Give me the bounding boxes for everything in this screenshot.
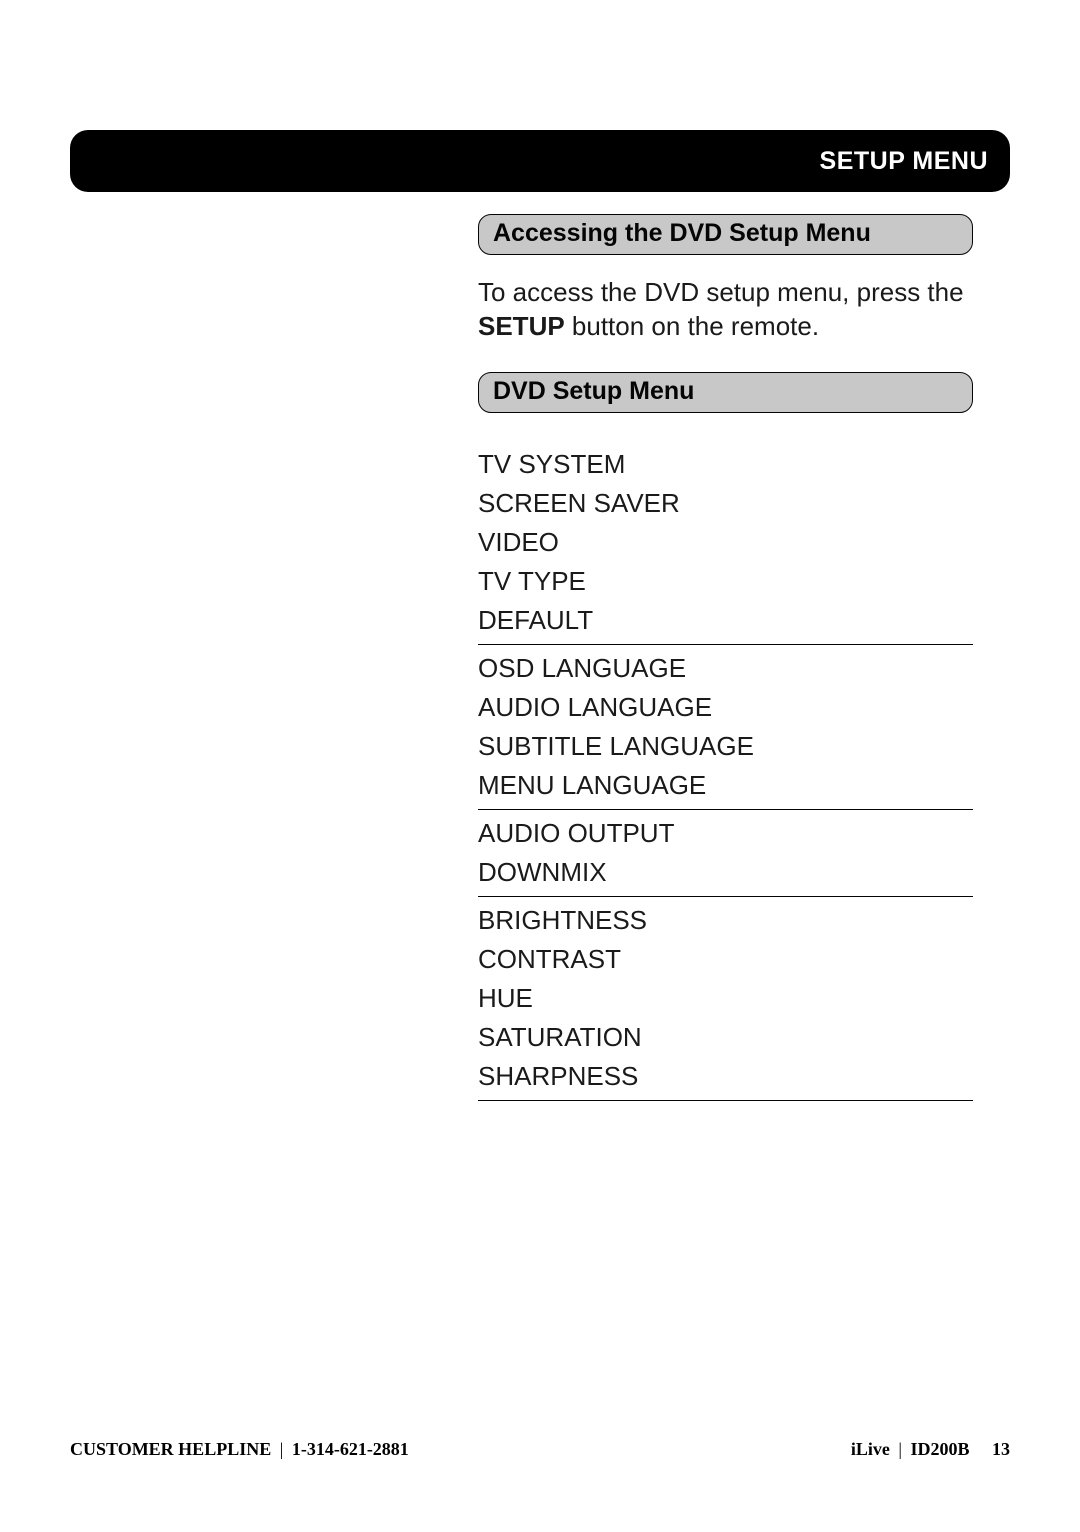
subheading-accessing: Accessing the DVD Setup Menu xyxy=(478,214,973,255)
menu-item: HUE xyxy=(478,979,973,1018)
menu-item: TV SYSTEM xyxy=(478,445,973,484)
access-instruction-post: button on the remote. xyxy=(565,311,819,341)
helpline-number: 1-314-621-2881 xyxy=(292,1439,409,1459)
access-instruction-bold: SETUP xyxy=(478,311,565,341)
manual-page: Setup Menu Accessing the DVD Setup Menu … xyxy=(0,0,1080,1532)
section-header-title: Setup Menu xyxy=(820,147,988,176)
menu-item: SHARPNESS xyxy=(478,1057,973,1096)
menu-item: BRIGHTNESS xyxy=(478,901,973,940)
footer-left: CUSTOMER HELPLINE | 1-314-621-2881 xyxy=(70,1439,409,1460)
menu-item: TV TYPE xyxy=(478,562,973,601)
menu-item: MENU LANGUAGE xyxy=(478,766,973,805)
subheading-dvd-menu-text: DVD Setup Menu xyxy=(493,377,694,405)
menu-item: SATURATION xyxy=(478,1018,973,1057)
menu-group: TV SYSTEM SCREEN SAVER VIDEO TV TYPE DEF… xyxy=(478,433,973,645)
separator-icon: | xyxy=(898,1439,902,1459)
page-footer: CUSTOMER HELPLINE | 1-314-621-2881 iLive… xyxy=(70,1439,1010,1460)
menu-item: DOWNMIX xyxy=(478,853,973,892)
menu-item: AUDIO OUTPUT xyxy=(478,814,973,853)
access-instruction: To access the DVD setup menu, press the … xyxy=(478,275,973,344)
menu-item: SUBTITLE LANGUAGE xyxy=(478,727,973,766)
menu-item: SCREEN SAVER xyxy=(478,484,973,523)
separator-icon: | xyxy=(280,1439,284,1459)
menu-item: DEFAULT xyxy=(478,601,973,640)
model-label: ID200B xyxy=(910,1439,969,1459)
menu-item: AUDIO LANGUAGE xyxy=(478,688,973,727)
footer-right: iLive | ID200B 13 xyxy=(851,1439,1010,1460)
menu-group: BRIGHTNESS CONTRAST HUE SATURATION SHARP… xyxy=(478,897,973,1101)
menu-item: VIDEO xyxy=(478,523,973,562)
menu-item: OSD LANGUAGE xyxy=(478,649,973,688)
brand-label: iLive xyxy=(851,1439,890,1459)
menu-group: AUDIO OUTPUT DOWNMIX xyxy=(478,810,973,897)
page-number: 13 xyxy=(992,1439,1010,1459)
subheading-accessing-text: Accessing the DVD Setup Menu xyxy=(493,219,871,247)
menu-group: OSD LANGUAGE AUDIO LANGUAGE SUBTITLE LAN… xyxy=(478,645,973,810)
access-instruction-pre: To access the DVD setup menu, press the xyxy=(478,277,964,307)
section-header-bar: Setup Menu xyxy=(70,130,1010,192)
helpline-label: CUSTOMER HELPLINE xyxy=(70,1439,271,1459)
content-column: Accessing the DVD Setup Menu To access t… xyxy=(478,214,973,1101)
menu-item: CONTRAST xyxy=(478,940,973,979)
subheading-dvd-menu: DVD Setup Menu xyxy=(478,372,973,413)
